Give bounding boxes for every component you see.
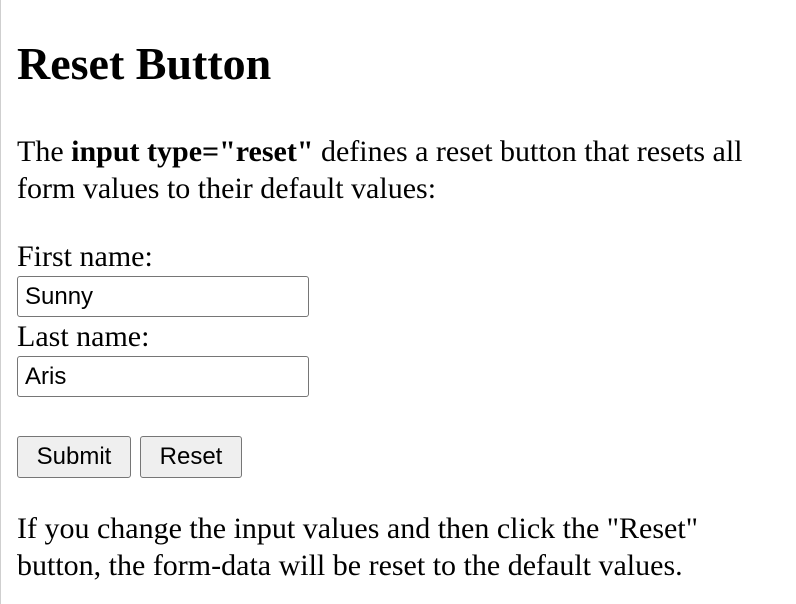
page-title: Reset Button	[17, 38, 272, 89]
submit-button[interactable]: Submit	[17, 436, 131, 478]
first-name-label: First name:	[17, 240, 153, 273]
reset-button[interactable]: Reset	[140, 436, 242, 478]
outro-paragraph: If you change the input values and then …	[17, 512, 698, 582]
intro-bold-code: input type="reset"	[71, 135, 314, 168]
intro-prefix: The	[17, 135, 72, 168]
last-name-label: Last name:	[17, 320, 150, 353]
page-left-border	[0, 0, 1, 604]
intro-paragraph: The input type="reset" defines a reset b…	[17, 133, 777, 207]
last-name-input[interactable]	[17, 356, 309, 397]
first-name-input[interactable]	[17, 276, 309, 317]
